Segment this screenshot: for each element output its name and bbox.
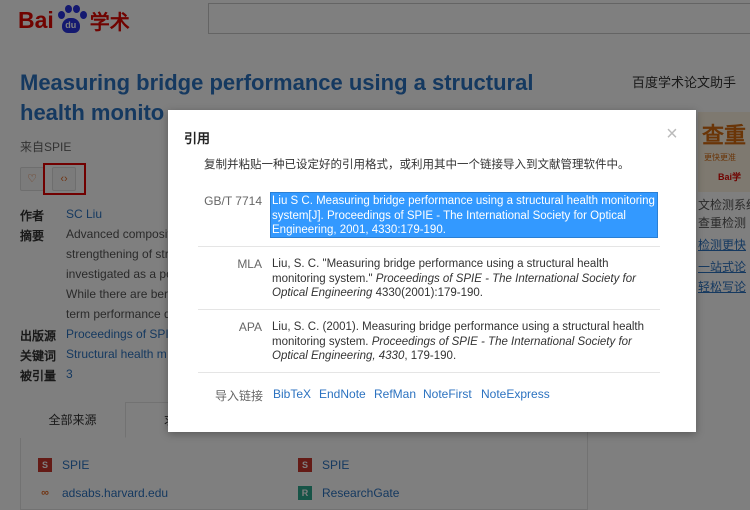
import-notefirst-link[interactable]: NoteFirst: [423, 387, 472, 401]
citation-dialog: 引用 × 复制并粘贴一种已设定好的引用格式，或利用其中一个链接导入到文献管理软件…: [168, 110, 696, 432]
citation-text: Liu S C. Measuring bridge performance us…: [272, 195, 655, 236]
import-endnote-link[interactable]: EndNote: [319, 387, 366, 401]
citation-style-label: MLA: [237, 257, 262, 271]
citation-text[interactable]: Liu, S. C. (2001). Measuring bridge perf…: [272, 320, 662, 364]
import-links-label: 导入链接: [215, 389, 264, 403]
import-bibtex-link[interactable]: BibTeX: [273, 387, 311, 401]
close-icon[interactable]: ×: [662, 124, 682, 144]
import-noteexpress-link[interactable]: NoteExpress: [481, 387, 550, 401]
citation-style-label: APA: [238, 320, 262, 334]
import-refman-link[interactable]: RefMan: [374, 387, 416, 401]
citation-style-label: GB/T 7714: [204, 194, 262, 208]
dialog-description: 复制并粘贴一种已设定好的引用格式，或利用其中一个链接导入到文献管理软件中。: [204, 159, 630, 171]
citation-row-mla: MLA Liu, S. C. "Measuring bridge perform…: [198, 247, 660, 310]
citation-text-gbt[interactable]: Liu S C. Measuring bridge performance us…: [270, 192, 658, 238]
dialog-title: 引用: [184, 131, 211, 146]
citation-row-apa: APA Liu, S. C. (2001). Measuring bridge …: [198, 310, 660, 373]
citation-text[interactable]: Liu, S. C. "Measuring bridge performance…: [272, 257, 662, 301]
